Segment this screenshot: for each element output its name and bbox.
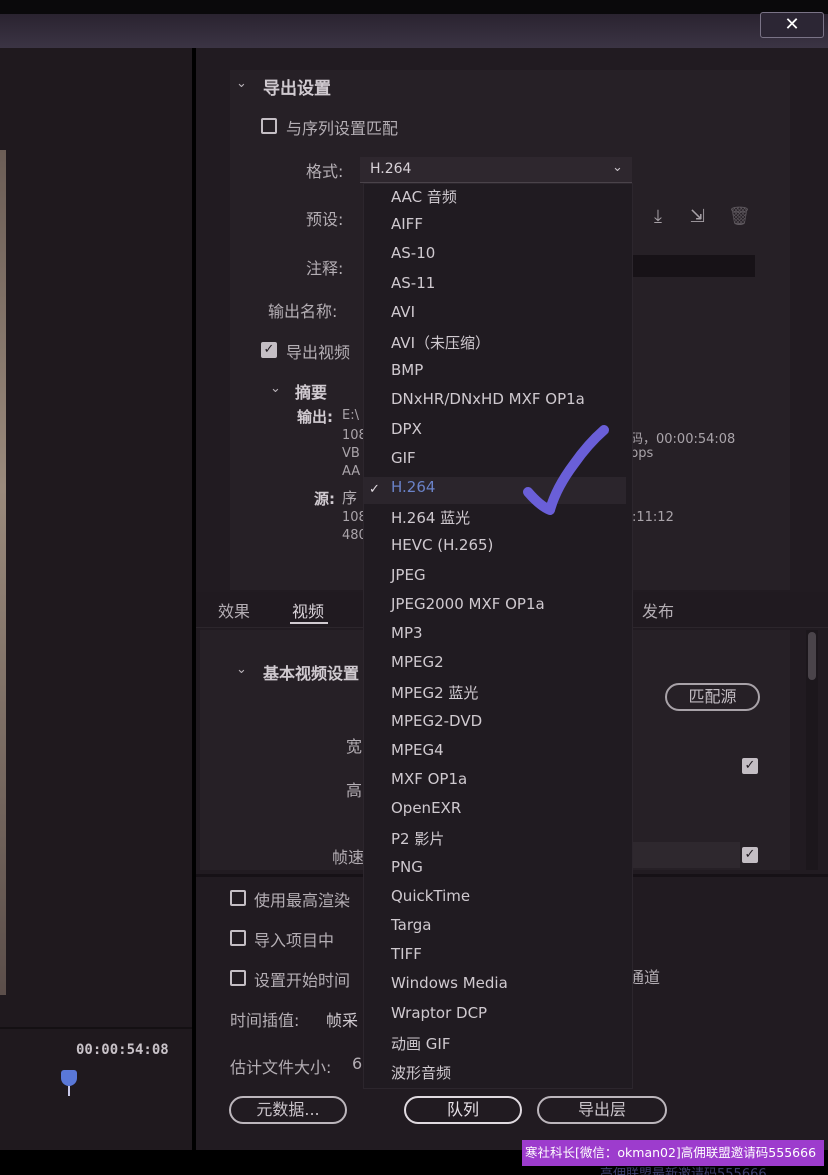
source-preview-panel [0, 48, 192, 1150]
format-option[interactable]: H.264 蓝光 [391, 507, 470, 528]
format-option[interactable]: P2 影片 [391, 828, 444, 849]
chevron-down-icon[interactable]: ⌄ [612, 160, 623, 175]
estimated-size-label: 估计文件大小: [230, 1058, 332, 1077]
match-sequence-label: 与序列设置匹配 [286, 119, 399, 138]
download-preset-icon[interactable]: ⤓ [654, 206, 662, 227]
tab-effects[interactable]: 效果 [218, 598, 250, 622]
format-option[interactable]: BMP [391, 361, 423, 379]
chevron-down-icon[interactable]: ⌄ [236, 76, 247, 91]
format-option[interactable]: HEVC (H.265) [391, 536, 493, 554]
import-into-project-label: 导入项目中 [254, 931, 335, 950]
set-start-timecode-checkbox[interactable] [230, 970, 246, 986]
match-sequence-checkbox[interactable] [261, 118, 277, 134]
format-option[interactable]: H.264 [391, 478, 435, 496]
max-render-quality-checkbox[interactable] [230, 890, 246, 906]
checkmark-icon: ✓ [369, 482, 380, 497]
format-option[interactable]: AVI [391, 303, 415, 321]
preset-label: 预设: [306, 210, 344, 229]
format-option[interactable]: AIFF [391, 215, 423, 233]
delete-preset-icon[interactable]: 🗑 [728, 206, 751, 227]
source-first: 序 [342, 489, 358, 507]
width-auto-checkbox[interactable] [742, 758, 758, 774]
format-option[interactable]: DPX [391, 420, 422, 438]
format-option[interactable]: OpenEXR [391, 799, 461, 817]
format-option[interactable]: QuickTime [391, 887, 470, 905]
format-option[interactable]: 波形音频 [391, 1062, 451, 1083]
playhead-icon[interactable] [61, 1070, 77, 1086]
format-option[interactable]: Wraptor DCP [391, 1004, 487, 1022]
format-option[interactable]: GIF [391, 449, 416, 467]
format-option[interactable]: MPEG2-DVD [391, 712, 482, 730]
format-option[interactable]: AVI（未压缩） [391, 332, 490, 353]
format-option[interactable]: JPEG2000 MXF OP1a [391, 595, 545, 613]
format-option[interactable]: JPEG [391, 566, 426, 584]
frame-rate-select[interactable] [630, 842, 740, 868]
export-settings-heading: 导出设置 [263, 79, 331, 99]
set-start-timecode-label: 设置开始时间 [254, 971, 351, 990]
time-interpolation-label: 时间插值: [230, 1011, 300, 1030]
annotation-checkmark-icon [523, 425, 609, 515]
source-summary-right: :11:12 [632, 510, 674, 525]
format-option[interactable]: PNG [391, 858, 423, 876]
window-titlebar [0, 0, 828, 48]
export-video-label: 导出视频 [286, 343, 351, 362]
output-summary-right: 码，00:00:54:08 [630, 432, 736, 447]
frame-rate-label: 帧速 [332, 848, 365, 867]
chevron-down-icon[interactable]: ⌄ [270, 381, 281, 396]
tab-publish[interactable]: 发布 [642, 598, 674, 622]
comment-label: 注释: [306, 259, 344, 278]
format-option[interactable]: MPEG4 [391, 741, 444, 759]
output-summary-right: bps [630, 446, 654, 461]
import-preset-icon[interactable]: ⇲ [690, 206, 705, 227]
import-into-project-checkbox[interactable] [230, 930, 246, 946]
format-option[interactable]: MPEG2 蓝光 [391, 682, 478, 703]
comment-input[interactable] [630, 255, 755, 277]
format-option[interactable]: DNxHR/DNxHD MXF OP1a [391, 390, 585, 408]
format-value: H.264 [370, 161, 412, 177]
format-option[interactable]: TIFF [391, 945, 422, 963]
format-option[interactable]: Targa [391, 916, 432, 934]
estimated-size-value: 6 [352, 1054, 363, 1073]
output-line: AA [342, 464, 361, 479]
close-button[interactable]: ✕ [760, 12, 824, 38]
match-source-button[interactable]: 匹配源 [665, 683, 760, 711]
output-label: 输出: [297, 408, 333, 426]
format-label: 格式: [306, 162, 344, 181]
summary-heading: 摘要 [295, 383, 328, 402]
format-option[interactable]: AAC 音频 [391, 186, 457, 207]
queue-button[interactable]: 队列 [404, 1096, 522, 1124]
format-option[interactable]: 动画 GIF [391, 1033, 450, 1054]
output-line: VB [342, 446, 360, 461]
active-tab-indicator [290, 622, 328, 624]
metadata-button[interactable]: 元数据... [229, 1096, 347, 1124]
export-video-checkbox[interactable] [261, 342, 277, 358]
output-name-label: 输出名称: [268, 302, 338, 321]
basic-video-settings-heading: 基本视频设置 [263, 664, 360, 683]
source-label: 源: [314, 490, 335, 508]
format-option[interactable]: Windows Media [391, 974, 508, 992]
timecode-display: 00:00:54:08 [76, 1042, 169, 1058]
format-option[interactable]: MP3 [391, 624, 423, 642]
scrollbar-thumb[interactable] [808, 632, 816, 680]
output-line: E:\ [342, 408, 359, 423]
watermark-banner: 寒社科长[微信：okman02]高佣联盟邀请码555666 [522, 1140, 824, 1166]
playhead-line [68, 1086, 70, 1096]
format-option[interactable]: AS-10 [391, 244, 435, 262]
export-button[interactable]: 导出层 [537, 1096, 667, 1124]
chevron-down-icon[interactable]: ⌄ [236, 662, 247, 677]
format-option[interactable]: AS-11 [391, 274, 435, 292]
panel-divider [0, 1027, 192, 1029]
height-label: 高 [346, 781, 363, 800]
format-option[interactable]: MPEG2 [391, 653, 444, 671]
width-label: 宽 [346, 737, 363, 756]
frame-rate-auto-checkbox[interactable] [742, 847, 758, 863]
format-option[interactable]: MXF OP1a [391, 770, 467, 788]
preview-image [0, 150, 6, 995]
time-interpolation-select[interactable]: 帧采 [326, 1007, 358, 1031]
max-render-quality-label: 使用最高渲染 [254, 891, 351, 910]
tab-video[interactable]: 视频 [292, 598, 324, 622]
